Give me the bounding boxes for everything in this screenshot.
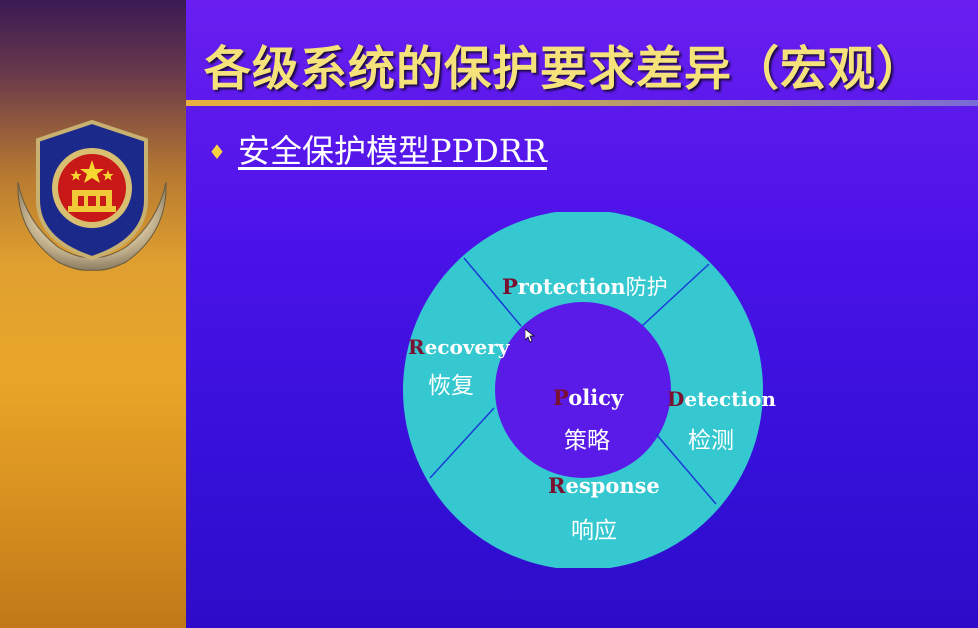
detection-label: Detection bbox=[667, 387, 776, 411]
bullet-text: 安全保护模型PPDRR bbox=[238, 132, 547, 170]
recovery-label: Recovery bbox=[408, 335, 510, 359]
detection-zh: 检测 bbox=[688, 428, 734, 454]
police-emblem-icon bbox=[17, 119, 167, 271]
mouse-pointer-icon bbox=[525, 329, 535, 343]
protection-label: Protection防护 bbox=[502, 274, 668, 299]
slide-title: 各级系统的保护要求差异（宏观） bbox=[204, 42, 924, 97]
policy-label: Policy bbox=[553, 385, 624, 410]
title-divider bbox=[186, 100, 978, 106]
response-zh: 响应 bbox=[571, 518, 617, 544]
diamond-bullet-icon: ♦ bbox=[208, 140, 226, 164]
policy-zh: 策略 bbox=[564, 428, 610, 454]
left-sidebar bbox=[0, 0, 186, 628]
recovery-zh: 恢复 bbox=[428, 373, 474, 399]
response-label: Response bbox=[548, 473, 660, 498]
